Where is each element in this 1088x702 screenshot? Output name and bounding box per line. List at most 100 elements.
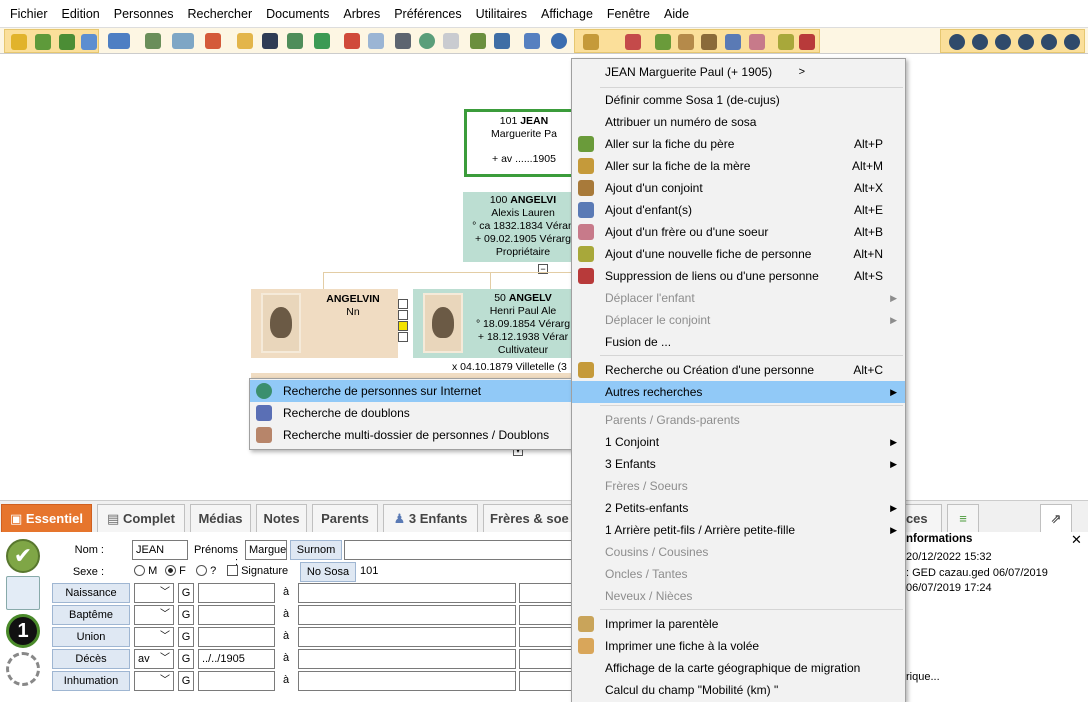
people-icon[interactable] [81, 34, 97, 50]
validate-icon[interactable]: ✔ [6, 539, 40, 573]
qualifier-select[interactable]: ﹀ [134, 671, 174, 691]
menu-item-oncles[interactable]: Oncles / Tantes [572, 563, 905, 585]
menu-item-recherche-creation[interactable]: Recherche ou Création d'une personne Alt+… [572, 359, 905, 381]
tab-essentiel[interactable]: ▣ Essentiel [1, 504, 92, 533]
submenu-item-doublons[interactable]: Recherche de doublons [250, 402, 573, 424]
menu-item-imprimer-parentele[interactable]: Imprimer la parentèle [572, 613, 905, 635]
date-input[interactable]: ../../1905 [198, 649, 275, 669]
tab-notes[interactable]: Notes [256, 504, 307, 533]
context-menu-header[interactable]: JEAN Marguerite Paul (+ 1905) > [572, 61, 905, 83]
menu-item-conjoints[interactable]: 1 Conjoint ▶ [572, 431, 905, 453]
add-father-icon[interactable] [655, 34, 671, 50]
menu-item-mobilite[interactable]: Calcul du champ "Mobilité (km) " [572, 679, 905, 701]
surnom-button[interactable]: Surnom [290, 540, 342, 560]
mini-box-highlight[interactable] [398, 321, 408, 331]
menu-item-cousins[interactable]: Cousins / Cousines [572, 541, 905, 563]
save-icon[interactable] [262, 33, 278, 49]
popout-button[interactable]: ⇗ [1040, 504, 1072, 533]
person-card-left[interactable]: ANGELVIN Nn [251, 289, 398, 358]
person-card-father[interactable]: 100 ANGELVI Alexis Lauren ° ca 1832.1834… [463, 192, 583, 262]
menu-item-deplacer-enfant[interactable]: Déplacer l'enfant ▶ [572, 287, 905, 309]
date-input[interactable] [198, 671, 275, 691]
help-person-icon[interactable] [11, 34, 27, 50]
extra-input[interactable] [519, 627, 572, 647]
sexe-radio-unknown[interactable]: ? [196, 565, 216, 577]
menu-fichier[interactable]: Fichier [3, 7, 55, 21]
zoom-reset-icon[interactable] [1018, 34, 1034, 50]
submenu-item-internet[interactable]: Recherche de personnes sur Internet [250, 380, 573, 402]
menu-item-petits-enfants[interactable]: 2 Petits-enfants ▶ [572, 497, 905, 519]
menu-item-conjoint[interactable]: Ajout d'un conjoint Alt+X [572, 177, 905, 199]
delete-person-icon[interactable] [799, 34, 815, 50]
submenu-item-multidossier[interactable]: Recherche multi-dossier de personnes / D… [250, 424, 573, 446]
menu-personnes[interactable]: Personnes [107, 7, 181, 21]
menu-item-frere-soeur[interactable]: Ajout d'un frère ou d'une soeur Alt+B [572, 221, 905, 243]
add-mother-icon[interactable] [678, 34, 694, 50]
g-button[interactable]: G [178, 627, 194, 647]
person-card-right[interactable]: 50 ANGELV Henri Paul Ale ° 18.09.1854 Vé… [413, 289, 573, 358]
globe-icon[interactable] [419, 33, 435, 49]
surnom-input[interactable] [344, 540, 572, 560]
qualifier-select[interactable]: ﹀ [134, 605, 174, 625]
mini-box[interactable] [398, 310, 408, 320]
extra-input[interactable] [519, 671, 572, 691]
menu-item-pere[interactable]: Aller sur la fiche du père Alt+P [572, 133, 905, 155]
no-sosa-button[interactable]: No Sosa [300, 562, 356, 582]
add-sibling-icon[interactable] [749, 34, 765, 50]
menu-rechercher[interactable]: Rechercher [181, 7, 260, 21]
naissance-button[interactable]: Naissance [52, 583, 130, 603]
bapteme-button[interactable]: Baptême [52, 605, 130, 625]
grid-icon[interactable] [524, 33, 540, 49]
mini-box[interactable] [398, 299, 408, 309]
date-input[interactable] [198, 605, 275, 625]
g-button[interactable]: G [178, 605, 194, 625]
menu-item-neveux[interactable]: Neveux / Nièces [572, 585, 905, 607]
g-button[interactable]: G [178, 649, 194, 669]
person-card-root[interactable]: 101 JEAN Marguerite Pa + av ......1905 [464, 109, 584, 177]
sexe-radio-f[interactable]: F [165, 565, 186, 577]
record-edit-icon[interactable] [6, 576, 40, 610]
menu-affichage[interactable]: Affichage [534, 7, 600, 21]
archive-icon[interactable] [287, 33, 303, 49]
qualifier-select[interactable]: av ﹀ [134, 649, 174, 669]
card-icon[interactable] [395, 33, 411, 49]
menu-utilitaires[interactable]: Utilitaires [469, 7, 534, 21]
menu-arbres[interactable]: Arbres [336, 7, 387, 21]
mini-box[interactable] [398, 332, 408, 342]
menu-item-imprimer-fiche[interactable]: Imprimer une fiche à la volée [572, 635, 905, 657]
tree-search-icon[interactable] [145, 33, 161, 49]
map-pin-icon[interactable] [205, 33, 221, 49]
tree-icon[interactable] [470, 33, 486, 49]
refresh-icon[interactable] [314, 33, 330, 49]
menu-item-autres-recherches[interactable]: Autres recherches ▶ [572, 381, 905, 403]
g-button[interactable]: G [178, 671, 194, 691]
extra-input[interactable] [519, 583, 572, 603]
layout-icon[interactable] [494, 33, 510, 49]
tab-parents[interactable]: Parents [312, 504, 378, 533]
filter-icon[interactable] [625, 34, 641, 50]
close-icon[interactable]: ✕ [1071, 532, 1082, 548]
number-badge[interactable]: 1 [6, 614, 40, 648]
menu-fenetre[interactable]: Fenêtre [600, 7, 657, 21]
add-spouse-icon[interactable] [701, 34, 717, 50]
sexe-radio-m[interactable]: M [134, 565, 157, 577]
menu-item-arriere-petit[interactable]: 1 Arrière petit-fils / Arrière petite-fi… [572, 519, 905, 541]
menu-item-3-enfants[interactable]: 3 Enfants ▶ [572, 453, 905, 475]
nom-input[interactable]: JEAN [132, 540, 188, 560]
zoom-fit-icon[interactable] [949, 34, 965, 50]
tab-enfants[interactable]: ♟ 3 Enfants [383, 504, 478, 533]
person-menu-icon[interactable] [583, 34, 599, 50]
tab-freres[interactable]: Frères & soe [483, 504, 573, 533]
place-input[interactable] [298, 649, 516, 669]
menu-item-fusion[interactable]: Fusion de ... [572, 331, 905, 353]
g-button[interactable]: G [178, 583, 194, 603]
prenoms-input[interactable]: Margue [245, 540, 287, 560]
extra-input[interactable] [519, 649, 572, 669]
redo-icon[interactable] [368, 33, 384, 49]
deces-button[interactable]: Décès [52, 649, 130, 669]
zoom-max-icon[interactable] [1064, 34, 1080, 50]
menu-item-freres[interactable]: Frères / Soeurs [572, 475, 905, 497]
question-icon[interactable] [35, 34, 51, 50]
tab-extra[interactable]: ≡ [947, 504, 979, 533]
place-input[interactable] [298, 627, 516, 647]
